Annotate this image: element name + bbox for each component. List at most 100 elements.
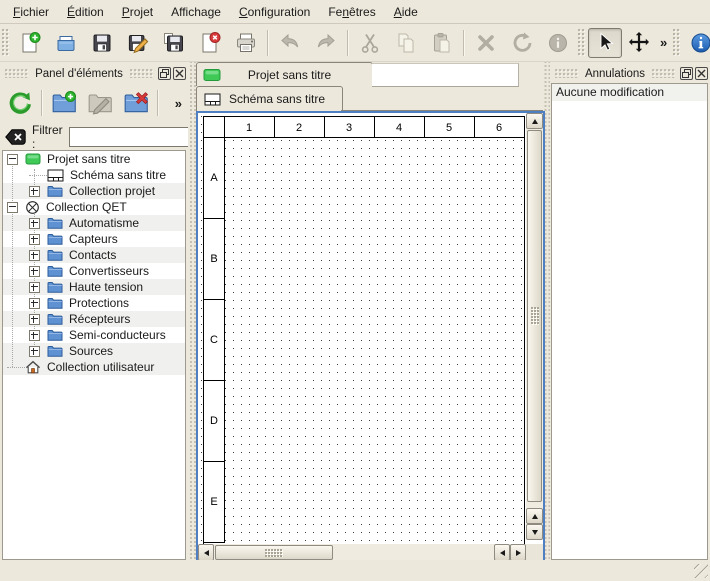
menu-item[interactable]: Aide: [385, 2, 427, 22]
tree-expand-icon[interactable]: [29, 282, 40, 293]
undo-panel-titlebar[interactable]: Annulations: [552, 65, 708, 82]
vertical-scroll-thumb[interactable]: [527, 130, 542, 502]
menu-item[interactable]: Fenêtres: [319, 2, 384, 22]
tree-item-collection-qet[interactable]: Collection QET: [3, 199, 185, 215]
close-panel-button[interactable]: [173, 67, 186, 80]
toolbar-overflow-chevron[interactable]: »: [656, 35, 671, 50]
tree-expand-icon[interactable]: [29, 298, 40, 309]
tree-expand-icon[interactable]: [29, 266, 40, 277]
toolbar-handle[interactable]: [2, 29, 10, 57]
tree-item-automatisme[interactable]: Automatisme: [3, 215, 185, 231]
tree-expand-icon[interactable]: [29, 330, 40, 341]
tree-expand-icon[interactable]: [29, 346, 40, 357]
tree-item-sch-ma-sans-titre[interactable]: Schéma sans titre: [3, 167, 185, 183]
save-as-button[interactable]: [120, 27, 156, 59]
schematic-canvas[interactable]: 123456 ABCDE: [198, 113, 526, 544]
close-document-button[interactable]: [192, 27, 228, 59]
horizontal-scroll-thumb[interactable]: [215, 545, 333, 560]
tree-item-collection-utilisateur[interactable]: Collection utilisateur: [3, 359, 185, 375]
tree-expand-icon[interactable]: [29, 234, 40, 245]
menu-item[interactable]: Fichier: [4, 2, 58, 22]
application-window: FichierÉditionProjetAffichageConfigurati…: [0, 0, 710, 581]
cut-button[interactable]: [352, 27, 388, 59]
tree-expand-icon[interactable]: [29, 314, 40, 325]
scroll-down-button[interactable]: [526, 524, 543, 540]
clear-filter-button[interactable]: [4, 127, 26, 147]
menu-item[interactable]: Affichage: [162, 2, 230, 22]
tree-item-protections[interactable]: Protections: [3, 295, 185, 311]
panel-toolbar-overflow-chevron[interactable]: »: [171, 96, 186, 111]
horizontal-scroll-track[interactable]: [214, 544, 494, 561]
svg-text:A: A: [210, 172, 218, 184]
float-panel-button[interactable]: [680, 67, 693, 80]
scroll-left-button[interactable]: [198, 544, 214, 561]
dock-title-texture: [652, 69, 675, 78]
delete-button[interactable]: [468, 27, 504, 59]
left-splitter[interactable]: [188, 62, 196, 560]
properties-button[interactable]: [540, 27, 576, 59]
tree-item-convertisseurs[interactable]: Convertisseurs: [3, 263, 185, 279]
tree-item-capteurs[interactable]: Capteurs: [3, 231, 185, 247]
menu-item[interactable]: Projet: [113, 2, 162, 22]
tree-collapse-icon[interactable]: [7, 202, 18, 213]
scroll-right-button[interactable]: [510, 544, 526, 561]
delete-category-button[interactable]: [118, 85, 154, 121]
elements-panel-titlebar[interactable]: Panel d'éléments: [2, 65, 186, 82]
undo-history-item[interactable]: Aucune modification: [552, 84, 707, 101]
print-button[interactable]: [228, 27, 264, 59]
edit-category-icon: [87, 90, 113, 116]
save-all-icon: [162, 31, 186, 55]
undo-panel-dock: Annulations Aucune modification: [550, 62, 710, 560]
save-all-button[interactable]: [156, 27, 192, 59]
new-category-button[interactable]: [46, 85, 82, 121]
toolbar-handle[interactable]: [673, 29, 681, 57]
new-document-button[interactable]: [12, 27, 48, 59]
selection-mode-button[interactable]: [588, 28, 622, 58]
tab-schema[interactable]: Schéma sans titre: [196, 86, 343, 111]
scroll-up-button[interactable]: [526, 113, 543, 129]
scroll-left-button-2[interactable]: [494, 544, 510, 561]
menu-item[interactable]: Édition: [58, 2, 113, 22]
paste-button[interactable]: [424, 27, 460, 59]
tree-item-contacts[interactable]: Contacts: [3, 247, 185, 263]
size-grip[interactable]: [694, 564, 708, 578]
tree-item-haute-tension[interactable]: Haute tension: [3, 279, 185, 295]
pan-mode-button[interactable]: [622, 28, 656, 58]
tree-expand-icon[interactable]: [29, 186, 40, 197]
tree-item-semi-conducteurs[interactable]: Semi-conducteurs: [3, 327, 185, 343]
new-document-icon: [18, 31, 42, 55]
save-button[interactable]: [84, 27, 120, 59]
schema-icon: [47, 169, 64, 182]
tree-item-r-cepteurs[interactable]: Récepteurs: [3, 311, 185, 327]
tree-collapse-icon[interactable]: [7, 154, 18, 165]
refresh-collections-button[interactable]: [2, 85, 38, 121]
float-panel-button[interactable]: [158, 67, 171, 80]
main-toolbar: » »: [0, 24, 710, 62]
edit-category-button[interactable]: [82, 85, 118, 121]
toolbar-separator: [41, 90, 43, 116]
tree-expand-icon[interactable]: [29, 250, 40, 261]
horizontal-scrollbar[interactable]: [198, 544, 526, 561]
toolbar-handle[interactable]: [578, 29, 586, 57]
cut-icon: [358, 31, 382, 55]
rotate-button[interactable]: [504, 27, 540, 59]
open-project-button[interactable]: [48, 27, 84, 59]
tab-project[interactable]: Projet sans titre: [196, 62, 373, 86]
project-info-button[interactable]: [683, 27, 710, 59]
vertical-scrollbar[interactable]: [526, 113, 543, 540]
elements-tree: Projet sans titreSchéma sans titreCollec…: [2, 150, 186, 560]
scroll-up-button-2[interactable]: [526, 508, 543, 524]
undo-button[interactable]: [272, 27, 308, 59]
close-panel-button[interactable]: [695, 67, 708, 80]
tree-item-projet-sans-titre[interactable]: Projet sans titre: [3, 151, 185, 167]
schema-icon: [204, 93, 221, 106]
menu-item[interactable]: Configuration: [230, 2, 319, 22]
tree-item-sources[interactable]: Sources: [3, 343, 185, 359]
redo-button[interactable]: [308, 27, 344, 59]
clear-filter-icon: [5, 129, 26, 145]
svg-text:E: E: [210, 496, 217, 508]
tree-expand-icon[interactable]: [29, 218, 40, 229]
copy-button[interactable]: [388, 27, 424, 59]
tree-item-collection-projet[interactable]: Collection projet: [3, 183, 185, 199]
vertical-scroll-track[interactable]: [526, 129, 543, 508]
